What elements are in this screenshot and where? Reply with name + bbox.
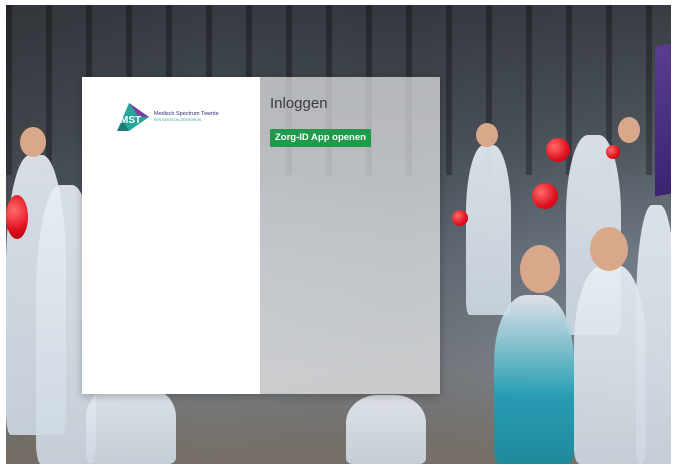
background-person [466, 145, 511, 315]
red-balloon [6, 195, 28, 239]
background-person-head [618, 117, 640, 143]
background-person [86, 385, 176, 464]
red-balloon [452, 210, 468, 226]
zorgid-app-open-button[interactable]: Zorg-ID App openen [270, 129, 371, 147]
purple-flag [655, 43, 671, 197]
svg-text:MST: MST [120, 115, 141, 126]
background-person [636, 205, 671, 464]
background-person-head [520, 245, 560, 293]
login-title: Inloggen [270, 95, 328, 112]
mst-logo: MST Medisch Spectrum Twente EEN SANTEON … [115, 101, 219, 133]
login-screen: MST Medisch Spectrum Twente EEN SANTEON … [6, 5, 671, 464]
mst-logo-text: Medisch Spectrum Twente EEN SANTEON ZIEK… [154, 111, 219, 122]
background-person [494, 295, 574, 464]
background-person-head [590, 227, 628, 271]
background-person-head [476, 123, 498, 147]
card-logo-panel: MST Medisch Spectrum Twente EEN SANTEON … [82, 77, 260, 394]
red-balloon [546, 138, 570, 162]
logo-name: Medisch Spectrum Twente [154, 111, 219, 118]
logo-tagline: EEN SANTEON ZIEKENHUIS [154, 118, 202, 123]
red-balloon [606, 145, 620, 159]
red-balloon [532, 183, 558, 209]
background-person [346, 395, 426, 464]
card-login-panel: Inloggen Zorg-ID App openen [260, 77, 440, 394]
login-card: MST Medisch Spectrum Twente EEN SANTEON … [82, 77, 440, 394]
background-person-head [20, 127, 46, 157]
mst-logo-icon: MST [115, 101, 151, 133]
